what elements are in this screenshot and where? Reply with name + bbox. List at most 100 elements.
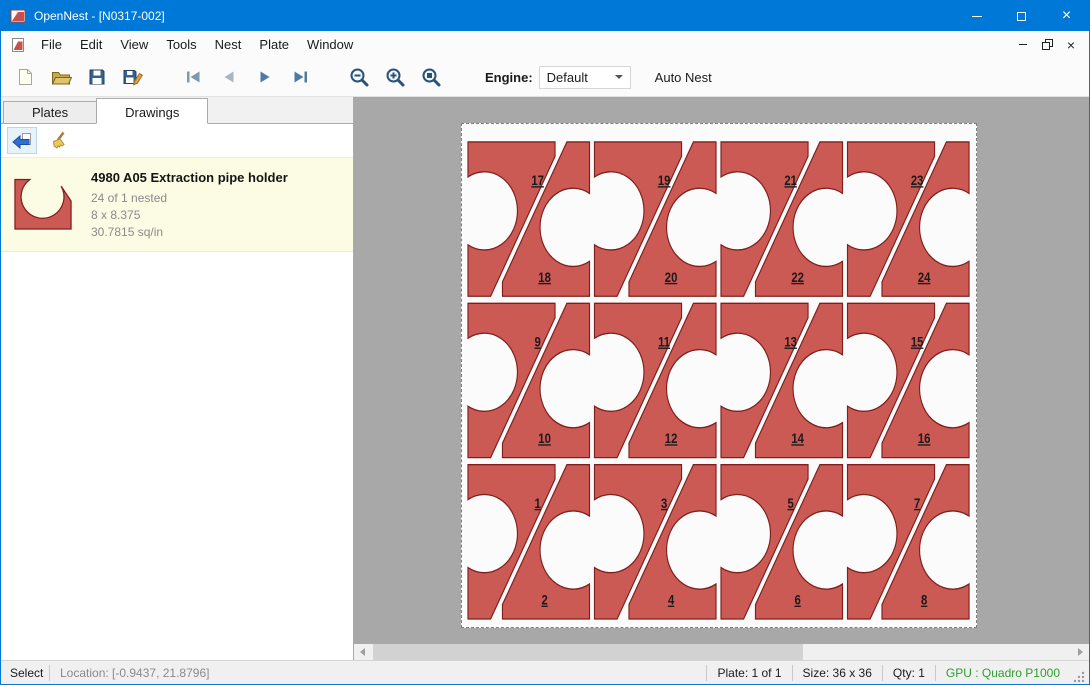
chevron-down-icon — [615, 75, 623, 79]
new-button[interactable] — [7, 61, 43, 93]
scroll-left-button[interactable] — [354, 644, 371, 660]
open-folder-icon — [50, 67, 72, 87]
part-number-1: 1 — [534, 496, 540, 511]
part-number-5: 5 — [787, 496, 793, 511]
save-icon — [87, 67, 107, 87]
previous-arrow-icon — [219, 67, 239, 87]
menu-item-window[interactable]: Window — [298, 32, 362, 57]
part-number-24: 24 — [918, 270, 931, 285]
open-button[interactable] — [43, 61, 79, 93]
nested-pair-11-12[interactable]: 1112 — [594, 303, 716, 457]
file-toolbar-group — [7, 61, 151, 93]
minimize-icon — [972, 16, 982, 17]
nested-pair-17-18[interactable]: 1718 — [468, 142, 590, 296]
first-plate-button[interactable] — [175, 61, 211, 93]
nested-pair-5-6[interactable]: 56 — [721, 465, 843, 619]
menu-item-plate[interactable]: Plate — [250, 32, 298, 57]
status-bar: Select Location: [-0.9437, 21.8796] Plat… — [1, 660, 1089, 684]
last-plate-button[interactable] — [283, 61, 319, 93]
nested-pair-1-2[interactable]: 12 — [468, 465, 590, 619]
menu-item-view[interactable]: View — [111, 32, 157, 57]
drawing-info: 4980 A05 Extraction pipe holder 24 of 1 … — [91, 168, 288, 241]
status-plate: Plate: 1 of 1 — [707, 666, 791, 680]
menu-item-nest[interactable]: Nest — [206, 32, 251, 57]
app-icon — [10, 8, 26, 24]
window-title: OpenNest - [N0317-002] — [34, 9, 165, 23]
drawing-list-item[interactable]: 4980 A05 Extraction pipe holder 24 of 1 … — [1, 158, 353, 252]
auto-nest-button[interactable]: Auto Nest — [649, 66, 718, 89]
zoom-in-button[interactable] — [377, 61, 413, 93]
sidebar: Plates Drawings — [1, 97, 354, 660]
engine-select[interactable]: Default — [539, 66, 631, 89]
status-mode: Select — [1, 666, 49, 680]
part-number-15: 15 — [911, 335, 924, 350]
part-number-3: 3 — [661, 496, 667, 511]
part-number-16: 16 — [918, 431, 931, 446]
mdi-close-icon: × — [1067, 38, 1075, 52]
menu-item-tools[interactable]: Tools — [157, 32, 205, 57]
nested-pair-23-24[interactable]: 2324 — [848, 142, 970, 296]
app-window: OpenNest - [N0317-002] × File Edit View … — [0, 0, 1090, 685]
close-button[interactable]: × — [1044, 1, 1089, 31]
zoom-in-icon — [384, 66, 406, 88]
zoom-out-button[interactable] — [341, 61, 377, 93]
previous-plate-button[interactable] — [211, 61, 247, 93]
part-number-8: 8 — [921, 593, 927, 608]
menu-bar: File Edit View Tools Nest Plate Window × — [1, 31, 1089, 58]
scrollbar-thumb[interactable] — [373, 644, 803, 660]
save-edit-button[interactable] — [115, 61, 151, 93]
mdi-close-button[interactable]: × — [1059, 34, 1083, 56]
drawings-toolbar — [1, 124, 353, 158]
nest-canvas[interactable]: 171819202122232491011121314151612345678 — [354, 97, 1089, 660]
clean-button[interactable] — [45, 127, 75, 154]
maximize-icon — [1017, 12, 1026, 21]
scroll-right-button[interactable] — [1072, 644, 1089, 660]
new-file-icon — [15, 67, 35, 87]
part-number-6: 6 — [794, 593, 800, 608]
status-right-group: Plate: 1 of 1 Size: 36 x 36 Qty: 1 GPU :… — [706, 661, 1089, 684]
menu-item-file[interactable]: File — [32, 32, 71, 57]
tab-drawings[interactable]: Drawings — [96, 98, 208, 124]
nested-pair-21-22[interactable]: 21 22 — [721, 142, 843, 296]
zoom-out-icon — [348, 66, 370, 88]
minimize-button[interactable] — [954, 1, 999, 31]
close-icon: × — [1062, 8, 1071, 24]
status-gpu: GPU : Quadro P1000 — [936, 666, 1070, 680]
nested-pair-13-14[interactable]: 1314 — [721, 303, 843, 457]
broom-icon — [50, 131, 70, 151]
title-bar: OpenNest - [N0317-002] × — [1, 1, 1089, 31]
canvas-horizontal-scrollbar[interactable] — [354, 644, 1089, 660]
drawing-nested-count: 24 of 1 nested — [91, 190, 288, 207]
nested-pair-3-4[interactable]: 34 — [594, 465, 716, 619]
last-arrow-icon — [291, 67, 311, 87]
tab-plates[interactable]: Plates — [3, 101, 97, 123]
zoom-fit-button[interactable] — [413, 61, 449, 93]
nested-pair-9-10[interactable]: 910 — [468, 303, 590, 457]
menu-item-edit[interactable]: Edit — [71, 32, 111, 57]
save-edit-icon — [122, 67, 144, 87]
main-toolbar: Engine: Default Auto Nest — [1, 58, 1089, 97]
engine-label: Engine: — [485, 70, 533, 85]
part-number-22: 22 — [791, 270, 804, 285]
part-number-21: 21 — [784, 173, 797, 188]
maximize-button[interactable] — [999, 1, 1044, 31]
mdi-window-controls: × — [1011, 34, 1083, 56]
mdi-restore-button[interactable] — [1035, 34, 1059, 56]
zoom-fit-icon — [420, 66, 442, 88]
part-number-17: 17 — [531, 173, 544, 188]
part-number-9: 9 — [534, 335, 540, 350]
part-number-14: 14 — [791, 431, 804, 446]
zoom-toolbar-group — [341, 61, 449, 93]
resize-grip — [1072, 670, 1086, 684]
nested-pair-19-20[interactable]: 1920 — [594, 142, 716, 296]
part-number-11: 11 — [658, 335, 670, 350]
drawing-title: 4980 A05 Extraction pipe holder — [91, 170, 288, 185]
save-button[interactable] — [79, 61, 115, 93]
nested-pair-7-8[interactable]: 78 — [848, 465, 970, 619]
reload-drawing-button[interactable] — [7, 127, 37, 154]
next-plate-button[interactable] — [247, 61, 283, 93]
part-number-20: 20 — [665, 270, 678, 285]
mdi-minimize-button[interactable] — [1011, 34, 1035, 56]
nested-pair-15-16[interactable]: 1516 — [848, 303, 970, 457]
scroll-left-icon — [360, 648, 365, 656]
